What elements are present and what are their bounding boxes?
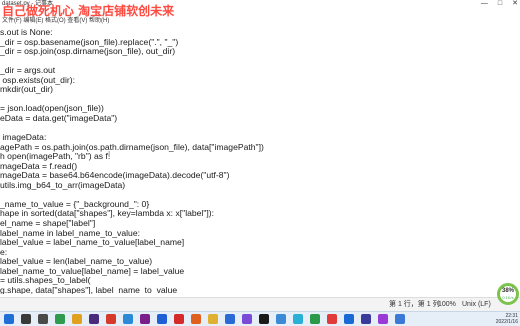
taskbar: 22:31 2022/1/16 <box>0 311 520 326</box>
photos-icon[interactable] <box>123 314 133 324</box>
text-cursor: I <box>108 150 111 159</box>
chrome-icon[interactable] <box>72 314 82 324</box>
clock-date: 2022/1/16 <box>495 319 518 325</box>
search-icon[interactable] <box>21 314 31 324</box>
status-bar: 第 1 行，第 1 列 100% Unix (LF) <box>0 297 520 312</box>
code-line: h open(imagePath, "rb") as f: <box>0 151 111 162</box>
close-button[interactable]: ✕ <box>512 0 518 8</box>
code-line: label_name_to_value[label_name] = label_… <box>0 265 185 276</box>
code-line: label_value = len(label_name_to_value) <box>0 256 153 267</box>
app-icon[interactable] <box>191 314 201 324</box>
media-icon[interactable] <box>157 314 167 324</box>
code-line: agePath = os.path.join(os.path.dirname(j… <box>0 141 264 152</box>
code-line: utils.img_b64_to_arr(imageData) <box>0 179 126 190</box>
app-icon[interactable] <box>276 314 286 324</box>
cursor-position: 第 1 行，第 1 列 <box>389 301 440 308</box>
code-line: _dir = args.out <box>0 65 56 76</box>
app-icon[interactable] <box>378 314 388 324</box>
minimize-button[interactable]: — <box>481 0 488 8</box>
app-icon[interactable] <box>361 314 371 324</box>
code-line: g.shape, data["shapes"], label_name_to_v… <box>0 284 178 294</box>
app-icon[interactable] <box>293 314 303 324</box>
app-icon[interactable] <box>225 314 235 324</box>
notepad-icon[interactable] <box>395 314 405 324</box>
app-icon[interactable] <box>310 314 320 324</box>
cpu-usage: 38% <box>501 288 514 294</box>
app-icon[interactable] <box>344 314 354 324</box>
code-line: _dir = osp.basename(json_file).replace("… <box>0 36 179 47</box>
code-line: = utils.shapes_to_label( <box>0 275 91 286</box>
zoom-level: 100% <box>438 301 456 308</box>
maximize-button[interactable]: □ <box>498 0 502 8</box>
code-line: _dir = osp.join(osp.dirname(json_file), … <box>0 46 176 57</box>
code-line: mageData = base64.b64encode(imageData).d… <box>0 170 230 181</box>
code-line: mkdir(out_dir) <box>0 84 54 95</box>
code-line: mageData = f.read() <box>0 160 78 171</box>
code-line: label_value = label_name_to_value[label_… <box>0 237 185 248</box>
premiere-icon[interactable] <box>89 314 99 324</box>
code-line: e: <box>0 246 8 257</box>
code-line: s.out is None: <box>0 27 53 37</box>
line-ending: Unix (LF) <box>462 301 491 308</box>
code-line: osp.exists(out_dir): <box>0 74 75 85</box>
code-line: eData = data.get("imageData") <box>0 112 118 123</box>
text-editor-area[interactable]: s.out is None: _dir = osp.basename(json_f… <box>0 26 520 294</box>
task-view-icon[interactable] <box>38 314 48 324</box>
code-line: label_name in label_name_to_value: <box>0 227 140 238</box>
code-line: hape in sorted(data["shapes"], key=lambd… <box>0 208 215 219</box>
visual-studio-icon[interactable] <box>242 314 252 324</box>
code-line: el_name = shape["label"] <box>0 218 96 228</box>
app-icon[interactable] <box>327 314 337 324</box>
window-controls: — □ ✕ <box>481 0 518 8</box>
app-icon[interactable] <box>140 314 150 324</box>
windows-start-icon[interactable] <box>4 314 14 324</box>
file-explorer-icon[interactable] <box>208 314 218 324</box>
browser-icon[interactable] <box>55 314 65 324</box>
code-line: imageData: <box>0 132 47 143</box>
system-tray-clock[interactable]: 22:31 2022/1/16 <box>496 313 518 325</box>
code-line: _name_to_value = {"_background_": 0} <box>0 198 150 209</box>
performance-widget[interactable]: 38% 0.1K/s <box>497 283 519 305</box>
app-icon[interactable] <box>174 314 184 324</box>
app-icon[interactable] <box>106 314 116 324</box>
network-speed: 0.1K/s <box>502 295 514 300</box>
watermark-text: 自己做死机心 淘宝店铺软创未来 <box>2 4 175 18</box>
app-icon[interactable] <box>259 314 269 324</box>
menu-bar[interactable]: 文件(F) 编辑(E) 格式(O) 查看(V) 帮助(H) <box>0 17 520 26</box>
code-line: = json.load(open(json_file)) <box>0 103 104 114</box>
